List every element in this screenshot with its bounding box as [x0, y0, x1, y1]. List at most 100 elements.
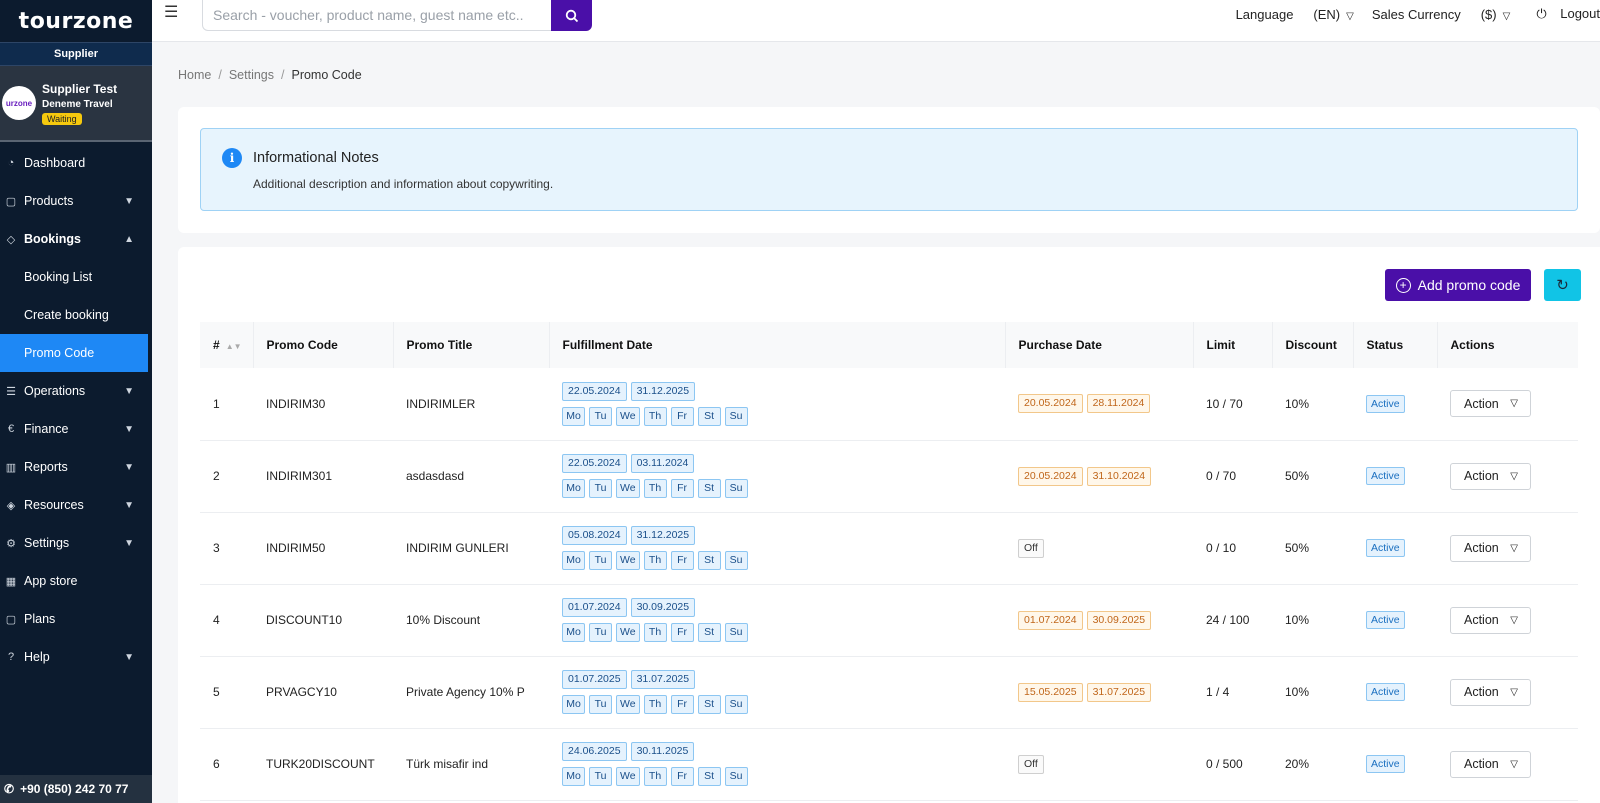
sort-icon[interactable]: ▲▼ [226, 342, 242, 351]
chevron-down-icon: ▼ [124, 423, 134, 435]
status-badge: Active [1366, 394, 1405, 413]
support-phone[interactable]: ✆ +90 (850) 242 70 77 [0, 775, 152, 803]
weekday-chip: Mo [562, 406, 585, 426]
chevron-down-icon: ▽ [1510, 470, 1518, 482]
column-header-fulfillment-date: Fulfillment Date [549, 322, 1006, 368]
column-header-actions: Actions [1450, 338, 1495, 352]
weekday-chip: St [697, 623, 721, 642]
list-icon: ☰ [6, 385, 16, 398]
weekday-chip: Su [724, 623, 748, 642]
sidebar-item-label: Settings [24, 536, 70, 550]
chevron-down-icon: ▽ [1510, 614, 1518, 626]
purchase-end-date: 31.10.2024 [1086, 466, 1152, 486]
status-badge: Active [1366, 683, 1405, 701]
sidebar-item-reports[interactable]: ▥ Reports ▼ [0, 448, 152, 486]
sidebar-item-app-store[interactable]: ▦ App store [0, 562, 152, 600]
currency-select[interactable]: ($) ▽ [1471, 7, 1511, 22]
purchase-date-cell: 15.05.2025 31.07.2025 [1005, 656, 1193, 728]
actions-cell: Action ▽ [1437, 656, 1578, 728]
table-header-row: # ▲▼ Promo Code Promo Title Fulfillment D… [200, 322, 1578, 368]
breadcrumb-settings[interactable]: Settings [229, 68, 274, 82]
promo-title: Türk misafir ind [406, 757, 489, 771]
promo-title: INDIRIM GUNLERI [406, 541, 509, 555]
sidebar-item-bookings[interactable]: ◇ Bookings ▲ [0, 220, 152, 258]
weekday-chip: Tu [589, 767, 612, 786]
weekday-chip: Su [724, 479, 748, 498]
sidebar-item-dashboard[interactable]: ◔ Dashboard [0, 144, 152, 182]
purchase-end-date: 30.09.2025 [1086, 610, 1152, 630]
weekday-chip: We [616, 551, 640, 570]
action-dropdown-button[interactable]: Action ▽ [1450, 750, 1531, 778]
promo-code-table: # ▲▼ Promo Code Promo Title Fulfillment D… [200, 322, 1578, 801]
actions-cell: Action ▽ [1437, 368, 1578, 440]
sidebar-item-operations[interactable]: ☰ Operations ▼ [0, 372, 152, 410]
sidebar-item-settings[interactable]: ⚙ Settings ▼ [0, 524, 152, 562]
weekday-chip: We [616, 767, 640, 786]
column-header-purchase-date: Purchase Date [1005, 322, 1194, 368]
fulfillment-start-date: 05.08.2024 [562, 526, 627, 545]
sidebar-item-resources[interactable]: ◈ Resources ▼ [0, 486, 152, 524]
avatar: urzone [2, 86, 36, 120]
weekday-chip: St [697, 406, 721, 426]
action-label: Action [1464, 757, 1499, 771]
sidebar-item-products[interactable]: ▢ Products ▼ [0, 182, 152, 220]
menu-toggle-icon[interactable]: ☰ [164, 2, 178, 22]
status-cell: Active [1353, 368, 1437, 440]
info-alert: i Informational Notes Additional descrip… [200, 128, 1578, 211]
status-cell: Active [1353, 512, 1437, 584]
refresh-button[interactable]: ↻ [1544, 269, 1581, 301]
column-header-promo-title: Promo Title [393, 322, 550, 368]
sidebar-subitem-promo-code[interactable]: Promo Code [0, 334, 148, 372]
action-dropdown-button[interactable]: Action ▽ [1450, 390, 1531, 418]
status-cell: Active [1353, 728, 1437, 800]
sidebar-item-label: Finance [24, 422, 69, 436]
column-header-promo-code: Promo Code [253, 322, 394, 368]
promo-code: INDIRIM30 [266, 396, 326, 411]
sidebar-item-help[interactable]: ? Help ▼ [0, 638, 152, 676]
weekday-chip: Mo [562, 551, 585, 570]
action-dropdown-button[interactable]: Action ▽ [1450, 462, 1531, 490]
purchase-start-date: 01.07.2024 [1018, 610, 1083, 630]
limit: 10 / 70 [1206, 396, 1243, 411]
refresh-icon: ↻ [1556, 277, 1569, 294]
sidebar-subitem-create-booking[interactable]: Create booking [0, 296, 152, 334]
action-dropdown-button[interactable]: Action ▽ [1450, 606, 1531, 634]
status-badge: Active [1366, 755, 1405, 773]
logout-button[interactable]: ⏻ Logout [1526, 6, 1600, 22]
search-button[interactable] [551, 0, 592, 31]
weekday-chip: Fr [670, 767, 694, 786]
purchase-end-date: 31.07.2025 [1086, 682, 1152, 702]
breadcrumb: Home / Settings / Promo Code [178, 68, 362, 82]
row-index: 1 [213, 396, 220, 411]
language-select[interactable]: (EN) ▽ [1303, 7, 1353, 22]
row-index: 5 [213, 685, 220, 699]
weekday-chip: Fr [670, 406, 694, 426]
sidebar-subitem-booking-list[interactable]: Booking List [0, 258, 152, 296]
box-icon: ◈ [6, 499, 16, 512]
breadcrumb-home[interactable]: Home [178, 68, 211, 82]
help-icon: ? [7, 651, 15, 663]
column-header-index[interactable]: # ▲▼ [200, 322, 254, 368]
promo-code: PRVAGCY10 [266, 685, 337, 699]
promo-code: DISCOUNT10 [266, 613, 343, 627]
purchase-date-cell: 20.05.2024 31.10.2024 [1005, 440, 1193, 512]
sidebar-item-plans[interactable]: ▢ Plans [0, 600, 152, 638]
profile-card[interactable]: urzone Supplier Test Deneme Travel Waiti… [0, 66, 152, 142]
sidebar-nav: ◔ Dashboard ▢ Products ▼ ◇ Bookings ▲ Bo… [0, 144, 152, 676]
gear-icon: ⚙ [6, 537, 16, 550]
fulfillment-end-date: 31.12.2025 [630, 526, 696, 545]
add-promo-code-button[interactable]: + Add promo code [1385, 269, 1531, 301]
weekday-chip: Th [643, 695, 667, 714]
discount: 10% [1285, 613, 1310, 627]
search-input[interactable] [202, 0, 552, 31]
fulfillment-start-date: 22.05.2024 [562, 454, 627, 473]
sidebar-item-label: Help [24, 650, 50, 664]
brand-logo[interactable]: tourzone [0, 0, 152, 42]
action-dropdown-button[interactable]: Action ▽ [1450, 534, 1531, 562]
weekday-chip: Tu [589, 695, 612, 714]
action-label: Action [1464, 541, 1499, 555]
action-dropdown-button[interactable]: Action ▽ [1450, 678, 1531, 706]
sidebar-item-finance[interactable]: € Finance ▼ [0, 410, 152, 448]
sidebar-item-label: Resources [24, 498, 84, 512]
row-index: 3 [213, 541, 220, 555]
